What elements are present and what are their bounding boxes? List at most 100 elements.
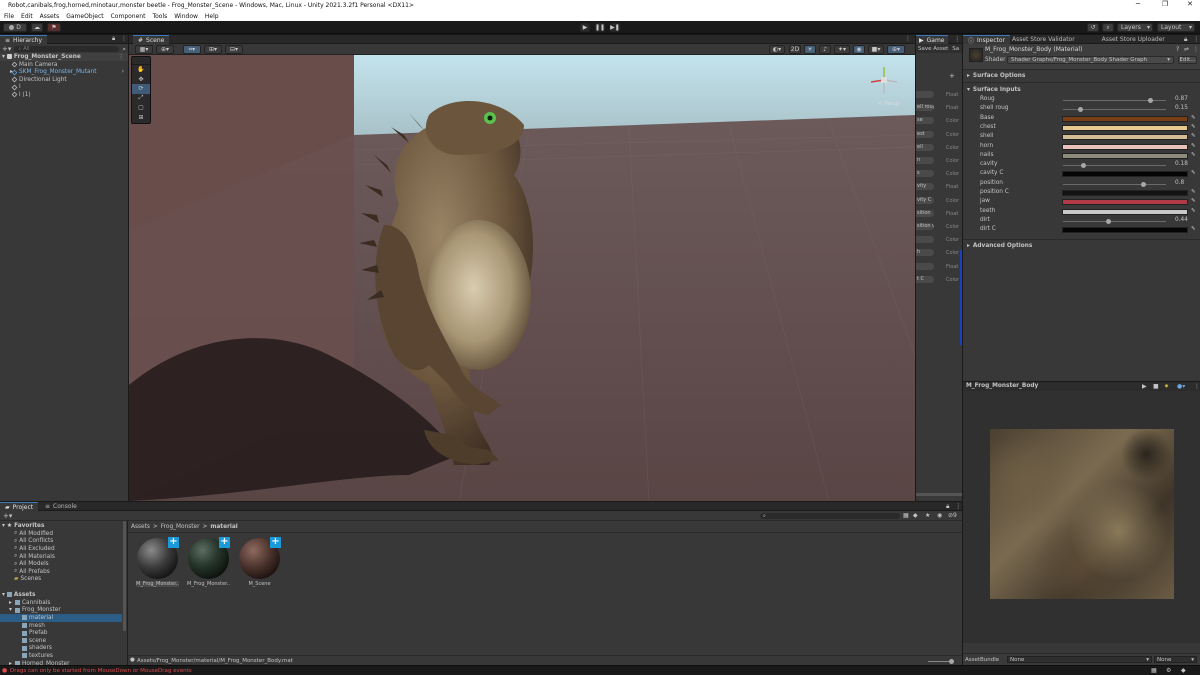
scene-root-row[interactable]: ▾ Frog_Monster_Scene ⋮ xyxy=(0,53,128,61)
status-message[interactable]: Drags can only be started from MouseDown… xyxy=(10,668,192,674)
help-icon[interactable]: ? xyxy=(1176,46,1179,53)
folder-item[interactable]: textures xyxy=(0,652,122,660)
visibility-count[interactable]: ⊘9 xyxy=(948,512,957,519)
more-options-icon[interactable]: ⋮ xyxy=(1193,35,1199,43)
eyedropper-icon[interactable]: ✎ xyxy=(1191,198,1196,204)
layers-dropdown[interactable]: Layers ▾ xyxy=(1117,23,1153,32)
play-icon[interactable]: ▶ xyxy=(1142,383,1147,390)
eyedropper-icon[interactable]: ✎ xyxy=(1191,170,1196,176)
more-options-icon[interactable]: ⋮ xyxy=(955,502,961,510)
blackboard-property-pill[interactable]: vity C xyxy=(916,196,934,204)
surface-inputs-foldout[interactable]: ▾ Surface Inputs xyxy=(967,86,1021,94)
tab-asset-store-validator[interactable]: Asset Store Validator xyxy=(1007,35,1080,44)
more-options-icon[interactable]: ⋮ xyxy=(1193,46,1199,53)
error-icon[interactable]: ● xyxy=(2,667,7,674)
property-slider[interactable] xyxy=(1063,98,1166,103)
blackboard-property-pill[interactable]: vity xyxy=(916,183,934,191)
color-swatch[interactable] xyxy=(1062,124,1188,131)
color-swatch[interactable] xyxy=(1062,227,1188,234)
property-slider[interactable] xyxy=(1063,163,1166,169)
progress-icon[interactable]: ▦ xyxy=(1151,667,1157,674)
property-slider[interactable] xyxy=(1063,107,1166,113)
hidden-packages-icon[interactable]: ◉ xyxy=(937,512,942,519)
blackboard-property-pill[interactable]: ell roug xyxy=(916,104,934,112)
debug-mode-icon[interactable]: ⚙ xyxy=(1166,667,1171,674)
search-by-label-icon[interactable]: ◆ xyxy=(913,512,918,519)
property-slider[interactable] xyxy=(1063,218,1166,224)
lock-icon[interactable]: 🔒︎ xyxy=(946,502,949,511)
slider-knob[interactable] xyxy=(1080,163,1086,169)
light-icon[interactable]: ✷ xyxy=(1164,383,1169,390)
move-tool-icon[interactable]: ✥ xyxy=(132,75,150,85)
blackboard-property-pill[interactable]: s xyxy=(916,170,934,178)
step-button[interactable]: ▶❚ xyxy=(610,23,620,32)
property-slider[interactable] xyxy=(1063,181,1166,187)
eyedropper-icon[interactable]: ✎ xyxy=(1191,226,1196,232)
maximize-button[interactable]: ❐ xyxy=(1155,0,1175,11)
asset-bundle-dropdown[interactable]: None ▾ xyxy=(1007,656,1152,663)
eyedropper-icon[interactable]: ✎ xyxy=(1191,143,1196,149)
hierarchy-item[interactable]: Main Camera xyxy=(0,61,128,69)
pause-button[interactable]: ❚❚ xyxy=(595,23,605,32)
breadcrumb-item[interactable]: Assets xyxy=(131,524,150,530)
project-search-input[interactable]: ⌕ xyxy=(760,513,900,519)
edit-shader-button[interactable]: Edit... xyxy=(1178,56,1197,64)
horizontal-scrollbar[interactable] xyxy=(916,493,962,496)
menu-item-window[interactable]: Window xyxy=(174,13,198,20)
scene-viewport[interactable]: < Persp xyxy=(129,55,915,501)
save-asset-button[interactable]: Save Asset xyxy=(918,46,948,52)
property-value[interactable]: 0.44 xyxy=(1175,217,1188,223)
asset-variant-dropdown[interactable]: None ▾ xyxy=(1154,656,1197,663)
folder-item[interactable]: ▸ Cannibals xyxy=(0,599,122,607)
blackboard-property-pill[interactable]: sition C xyxy=(916,223,934,230)
slider-knob[interactable] xyxy=(1106,218,1112,224)
color-swatch[interactable] xyxy=(1062,143,1188,150)
blackboard-property-pill[interactable]: se xyxy=(916,117,934,125)
favorite-item[interactable]: ⌕ All Modified xyxy=(14,530,53,538)
2d-toggle-icon[interactable]: 2D xyxy=(789,45,801,54)
slider-knob[interactable] xyxy=(1148,98,1154,103)
menu-item-file[interactable]: File xyxy=(4,13,14,20)
slider-knob[interactable] xyxy=(949,659,954,664)
breadcrumb-item[interactable]: Frog_Monster xyxy=(161,524,200,530)
thumbnail-size-slider[interactable] xyxy=(928,659,954,664)
lock-icon[interactable]: 🔒︎ xyxy=(1184,35,1187,44)
tree-scrollbar[interactable] xyxy=(123,521,126,631)
hidden-objects-icon[interactable]: ◉ xyxy=(853,45,865,54)
chevron-right-icon[interactable]: › xyxy=(122,69,124,75)
tab-project[interactable]: ▰ Project xyxy=(0,502,39,511)
breadcrumb-item[interactable]: material xyxy=(210,524,237,530)
favorite-item[interactable]: ⌕ All Conflicts xyxy=(14,538,53,546)
property-value[interactable]: 0.8 xyxy=(1175,180,1184,186)
grid-snap-icon[interactable]: ⌗▾ xyxy=(183,45,201,54)
cloud-icon[interactable]: ☁ xyxy=(31,23,43,32)
save-search-icon[interactable]: ★ xyxy=(925,512,930,519)
rotate-tool-icon[interactable]: ⟳ xyxy=(132,84,150,94)
folder-item[interactable]: ▾ Frog_Monster xyxy=(0,607,122,615)
shading-mode-icon[interactable]: ◐▾ xyxy=(769,45,785,54)
add-icon[interactable]: + xyxy=(270,537,281,548)
minimize-button[interactable]: ─ xyxy=(1128,0,1148,11)
menu-item-edit[interactable]: Edit xyxy=(21,13,33,20)
more-options-icon[interactable]: ⋮ xyxy=(118,54,124,60)
folder-item[interactable]: shaders xyxy=(0,645,122,653)
menu-item-help[interactable]: Help xyxy=(205,13,219,20)
favorite-item[interactable]: ▰ Scenes xyxy=(14,576,41,584)
transform-tool-icon[interactable]: ⊞ xyxy=(132,113,150,123)
menu-item-tools[interactable]: Tools xyxy=(152,13,167,20)
projection-label[interactable]: < Persp xyxy=(878,101,899,107)
property-value[interactable]: 0.15 xyxy=(1175,105,1188,111)
blackboard-property-pill[interactable]: est xyxy=(916,130,934,138)
play-button[interactable]: ▶ xyxy=(580,23,590,32)
blackboard-property-pill[interactable]: t C xyxy=(916,275,934,283)
color-swatch[interactable] xyxy=(1062,199,1188,206)
add-icon[interactable]: +▾ xyxy=(2,45,11,53)
view-options-icon[interactable]: ⊟▾ xyxy=(225,45,243,54)
tab-console[interactable]: ≡ Console xyxy=(40,502,82,511)
folder-item[interactable]: scene xyxy=(0,637,122,645)
material-asset[interactable]: + M_Frog_Monster... xyxy=(187,537,230,590)
tab-game[interactable]: ▶ Game xyxy=(916,35,948,44)
draw-mode-icon[interactable]: ▦▾ xyxy=(135,45,153,54)
blackboard-property-pill[interactable]: n xyxy=(916,157,934,164)
folder-item[interactable]: Prefab xyxy=(0,629,122,637)
